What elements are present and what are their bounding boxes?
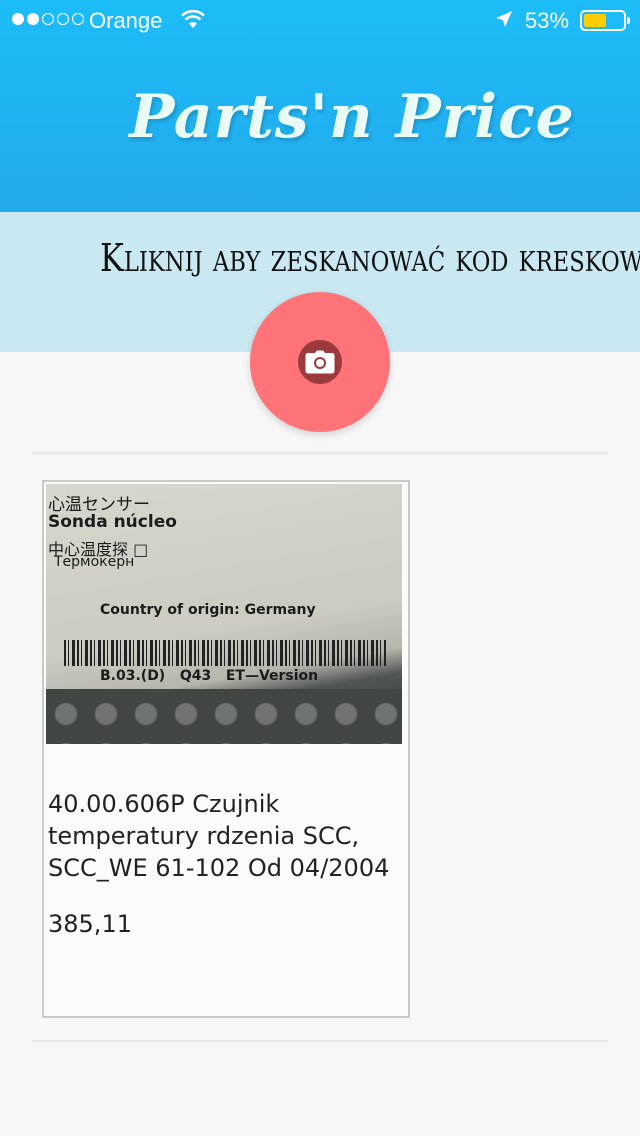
status-bar: Orange 53% xyxy=(0,0,640,42)
barcode-image xyxy=(64,640,386,666)
photo-label-line: Термокерн xyxy=(54,554,135,570)
location-arrow-icon xyxy=(496,11,512,27)
signal-dot xyxy=(57,13,69,25)
app-title: Parts'n Price xyxy=(129,82,575,152)
signal-dot xyxy=(27,13,39,25)
camera-icon xyxy=(305,350,335,374)
battery-icon xyxy=(580,10,630,31)
scan-instruction: Kliknij aby zeskanować kod kreskowy xyxy=(100,236,640,280)
photo-label-line: Sonda núcleo xyxy=(48,512,177,532)
carrier-name: Orange xyxy=(89,8,163,33)
product-name: 40.00.606P Czujnik temperatury rdzenia S… xyxy=(48,790,390,882)
photo-label-line: Country of origin: Germany xyxy=(100,602,316,618)
signal-dot xyxy=(12,13,24,25)
signal-dot xyxy=(72,13,84,25)
product-photo: 心温センサー Sonda núcleo 中心温度探 □ Термокерн Co… xyxy=(46,484,402,744)
camera-icon-background xyxy=(298,340,342,384)
wifi-icon xyxy=(181,9,205,28)
scan-barcode-button[interactable] xyxy=(250,292,390,432)
battery-level xyxy=(584,14,607,27)
divider-top xyxy=(32,452,608,454)
signal-dot xyxy=(42,13,54,25)
photo-label-line: B.03.(D) Q43 ET—Version xyxy=(100,668,319,684)
result-card[interactable]: 心温センサー Sonda núcleo 中心温度探 □ Термокерн Co… xyxy=(42,480,410,1018)
bubble-wrap-area xyxy=(46,689,402,744)
battery-percentage: 53% xyxy=(525,8,570,33)
product-price: 385,11 xyxy=(48,910,132,938)
signal-strength-icon xyxy=(12,13,84,25)
divider-bottom xyxy=(32,1040,608,1042)
